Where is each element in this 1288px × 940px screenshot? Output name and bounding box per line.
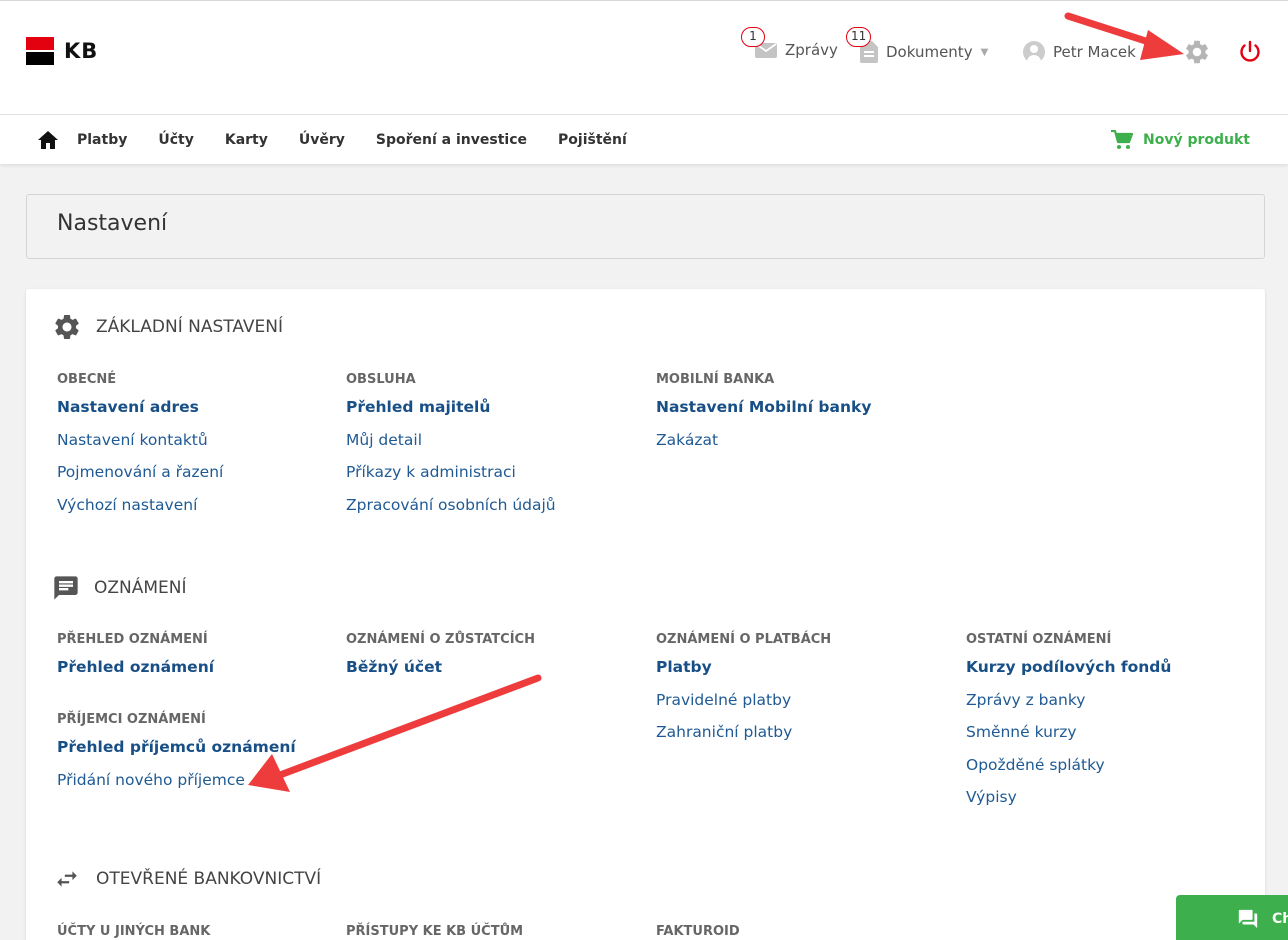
- link-disable[interactable]: Zakázat: [656, 430, 871, 463]
- message-icon: [54, 576, 78, 600]
- link-address-settings[interactable]: Nastavení adres: [57, 397, 223, 430]
- link-owners-overview[interactable]: Přehled majitelů: [346, 397, 556, 430]
- nav-item-ucty[interactable]: Účty: [158, 132, 194, 148]
- nav-item-uvery[interactable]: Úvěry: [299, 132, 345, 148]
- col-service: OBSLUHA Přehled majitelů Můj detail Přík…: [346, 372, 556, 527]
- messages-label: Zprávy: [785, 41, 838, 59]
- kb-logo[interactable]: KB: [26, 37, 98, 65]
- cart-icon: [1111, 130, 1133, 149]
- nav-item-karty[interactable]: Karty: [225, 132, 268, 148]
- link-foreign-payments[interactable]: Zahraniční platby: [656, 722, 831, 755]
- col-general-title: OBECNÉ: [57, 372, 117, 387]
- col-payment-notifications: OZNÁMENÍ O PLATBÁCH Platby Pravidelné pl…: [656, 632, 831, 755]
- messages-link[interactable]: 1 Zprávy: [741, 27, 838, 59]
- documents-badge: 11: [846, 27, 872, 47]
- home-icon[interactable]: [37, 130, 59, 150]
- chat-label: Ch: [1272, 911, 1288, 927]
- gear-icon[interactable]: [1183, 38, 1211, 66]
- link-payments[interactable]: Platby: [656, 657, 831, 690]
- col-kb-access-title: PŘÍSTUPY KE KB ÚČTŮM: [346, 924, 524, 939]
- section-basic-header: ZÁKLADNÍ NASTAVENÍ: [52, 312, 283, 342]
- top-bar: KB 1 Zprávy 11 Dokumenty ▼ Petr Macek ▼: [0, 0, 1288, 115]
- section-openbanking-header: OTEVŘENÉ BANKOVNICTVÍ: [52, 866, 321, 892]
- nav-item-pojisteni[interactable]: Pojištění: [558, 132, 627, 148]
- chat-button[interactable]: Ch: [1176, 895, 1288, 940]
- link-admin-orders[interactable]: Příkazy k administraci: [346, 462, 556, 495]
- col-other-bank-accounts-title: ÚČTY U JINÝCH BANK: [57, 924, 211, 939]
- col-recipients-title: PŘÍJEMCI OZNÁMENÍ: [57, 712, 206, 727]
- swap-arrows-icon: [57, 871, 77, 887]
- col-notifications-overview-title: PŘEHLED OZNÁMENÍ: [57, 632, 208, 647]
- link-statements[interactable]: Výpisy: [966, 787, 1171, 820]
- col-balance-notifications: OZNÁMENÍ O ZŮSTATCÍCH Běžný účet: [346, 632, 535, 690]
- link-notifications-overview[interactable]: Přehled oznámení: [57, 657, 214, 690]
- section-notifications-header: OZNÁMENÍ: [52, 574, 187, 602]
- col-other-bank-accounts: ÚČTY U JINÝCH BANK: [57, 924, 210, 940]
- documents-label: Dokumenty: [886, 43, 973, 61]
- col-payment-title: OZNÁMENÍ O PLATBÁCH: [656, 632, 832, 647]
- link-exchange-rates[interactable]: Směnné kurzy: [966, 722, 1171, 755]
- col-notification-recipients: PŘÍJEMCI OZNÁMENÍ Přehled příjemců oznám…: [57, 712, 296, 802]
- kb-logo-text: KB: [64, 39, 99, 63]
- link-late-installments[interactable]: Opožděné splátky: [966, 755, 1171, 788]
- link-fund-rates[interactable]: Kurzy podílových fondů: [966, 657, 1171, 690]
- link-default-settings[interactable]: Výchozí nastavení: [57, 495, 223, 528]
- col-fakturoid: FAKTUROID: [656, 924, 740, 940]
- col-mobile-bank: MOBILNÍ BANKA Nastavení Mobilní banky Za…: [656, 372, 871, 462]
- chevron-down-icon: ▼: [980, 46, 989, 58]
- link-recipients-overview[interactable]: Přehled příjemců oznámení: [57, 737, 296, 770]
- settings-card: ZÁKLADNÍ NASTAVENÍ OBECNÉ Nastavení adre…: [26, 289, 1265, 940]
- section-notifications-title: OZNÁMENÍ: [94, 578, 187, 598]
- user-name: Petr Macek: [1053, 43, 1136, 61]
- kb-logo-mark: [26, 37, 54, 65]
- messages-badge: 1: [741, 27, 765, 47]
- new-product-label: Nový produkt: [1143, 132, 1250, 148]
- link-add-recipient[interactable]: Přidání nového příjemce: [57, 770, 296, 803]
- col-balance-title: OZNÁMENÍ O ZŮSTATCÍCH: [346, 632, 535, 647]
- link-my-detail[interactable]: Můj detail: [346, 430, 556, 463]
- main-nav: Platby Účty Karty Úvěry Spoření a invest…: [0, 115, 1288, 164]
- link-mobile-bank-settings[interactable]: Nastavení Mobilní banky: [656, 397, 871, 430]
- col-other-title: OSTATNÍ OZNÁMENÍ: [966, 632, 1112, 647]
- gear-icon: [55, 314, 79, 339]
- link-current-account[interactable]: Běžný účet: [346, 657, 535, 690]
- power-icon[interactable]: [1238, 40, 1262, 64]
- col-fakturoid-title: FAKTUROID: [656, 924, 740, 939]
- col-general: OBECNÉ Nastavení adres Nastavení kontakt…: [57, 372, 223, 527]
- col-kb-account-access: PŘÍSTUPY KE KB ÚČTŮM: [346, 924, 523, 940]
- col-notifications-overview: PŘEHLED OZNÁMENÍ Přehled oznámení: [57, 632, 214, 690]
- new-product-button[interactable]: Nový produkt: [1111, 130, 1250, 150]
- link-bank-messages[interactable]: Zprávy z banky: [966, 690, 1171, 723]
- link-regular-payments[interactable]: Pravidelné platby: [656, 690, 831, 723]
- section-openbanking-title: OTEVŘENÉ BANKOVNICTVÍ: [96, 869, 322, 889]
- user-menu[interactable]: Petr Macek ▼: [1023, 41, 1152, 63]
- documents-dropdown[interactable]: 11 Dokumenty ▼: [846, 27, 989, 63]
- section-basic-title: ZÁKLADNÍ NASTAVENÍ: [96, 317, 283, 337]
- col-mobile-bank-title: MOBILNÍ BANKA: [656, 372, 775, 387]
- nav-item-sporeni[interactable]: Spoření a investice: [376, 132, 527, 148]
- chevron-down-icon: ▼: [1143, 46, 1152, 58]
- col-service-title: OBSLUHA: [346, 372, 416, 387]
- link-contact-settings[interactable]: Nastavení kontaktů: [57, 430, 223, 463]
- col-other-notifications: OSTATNÍ OZNÁMENÍ Kurzy podílových fondů …: [966, 632, 1171, 820]
- page-title-box: Nastavení: [26, 194, 1265, 259]
- chat-icon: [1238, 909, 1258, 929]
- page-title: Nastavení: [57, 211, 168, 236]
- nav-item-platby[interactable]: Platby: [77, 132, 127, 148]
- link-naming-sorting[interactable]: Pojmenování a řazení: [57, 462, 223, 495]
- link-personal-data[interactable]: Zpracování osobních údajů: [346, 495, 556, 528]
- avatar: [1023, 41, 1045, 63]
